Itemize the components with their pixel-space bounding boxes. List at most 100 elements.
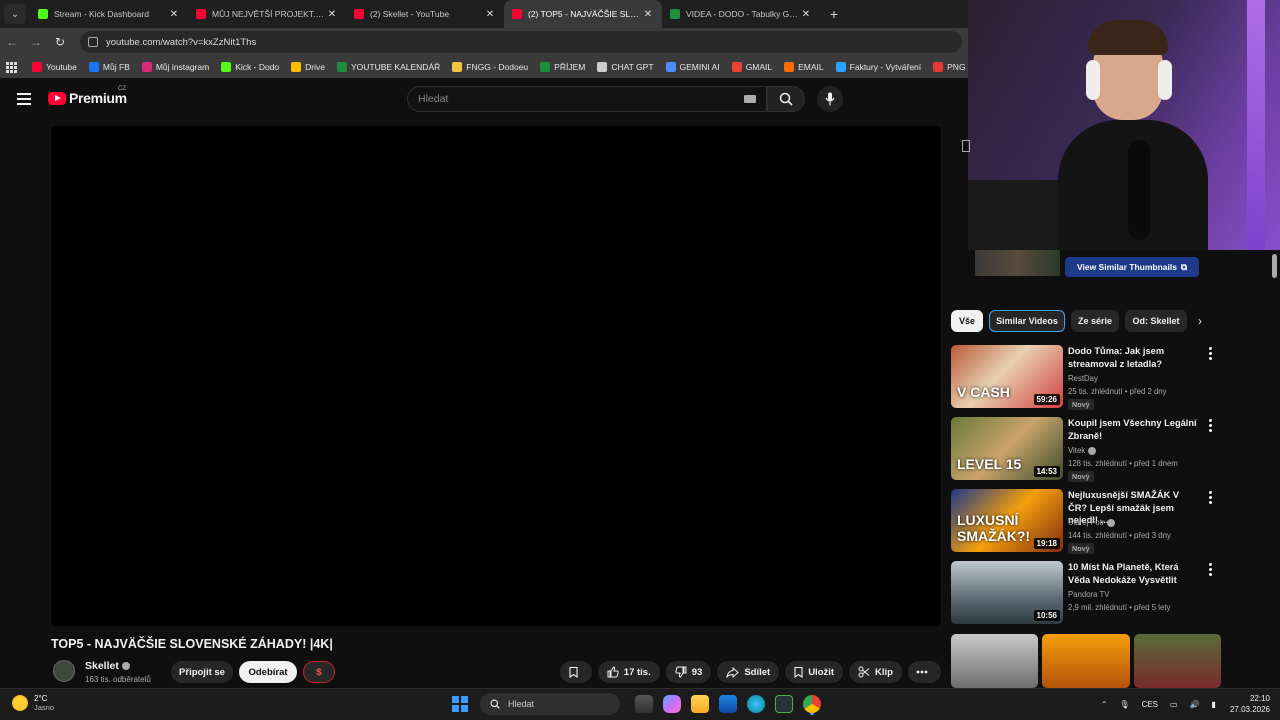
channel-name[interactable]: Skellet — [85, 660, 130, 672]
channel-avatar[interactable] — [53, 660, 75, 682]
bookmark-button[interactable] — [559, 661, 592, 683]
video-channel[interactable]: Pandora TV — [1068, 589, 1109, 601]
bookmark-item[interactable]: Kick - Dodo — [221, 62, 279, 72]
bookmark-item[interactable]: YOUTUBE KALENDÁŘ — [336, 62, 440, 72]
subscribe-button[interactable]: Odebírat — [239, 661, 297, 683]
close-tab-icon[interactable]: ✕ — [642, 9, 654, 20]
bookmark-item[interactable]: EMAIL — [784, 62, 824, 72]
youtube-logo[interactable]: Premium CZ — [48, 86, 127, 106]
bookmark-item[interactable]: GEMINI AI — [665, 62, 720, 72]
recommended-video[interactable]: V CASH 59:26 Dodo Tůma: Jak jsem streamova… — [951, 345, 1221, 410]
browser-tab[interactable]: VIDEA - DODO - Tabulky Googl ✕ — [662, 0, 820, 28]
chrome-icon[interactable] — [803, 695, 821, 713]
recommended-video[interactable]: LEVEL 15 14:53 Koupil jsem Všechny Legální… — [951, 417, 1221, 482]
chip-all[interactable]: Vše — [951, 310, 983, 332]
browser-tab[interactable]: (2) Skellet - YouTube ✕ — [346, 0, 504, 28]
recommended-video[interactable]: LUXUSNÍ SMAŽÁK?! 19:18 Nejluxusnější SMAŽÁ… — [951, 489, 1221, 554]
fullscreen-toggle-icon[interactable] — [962, 140, 970, 152]
terminal-icon[interactable] — [775, 695, 793, 713]
more-vertical-icon[interactable] — [1209, 419, 1213, 434]
bookmark-item[interactable]: PNG to PDF — [933, 62, 970, 72]
video-title[interactable]: Dodo Tůma: Jak jsem streamoval z letadla… — [1068, 345, 1198, 370]
more-actions-button[interactable] — [908, 661, 941, 683]
short-thumbnail[interactable] — [1133, 634, 1221, 688]
browser-tab[interactable]: Stream - Kick Dashboard ✕ — [30, 0, 188, 28]
browser-tab[interactable]: MŮJ NEJVĚTŠÍ PROJEKT... - You✕ — [188, 0, 346, 28]
video-thumbnail[interactable]: LEVEL 15 14:53 — [951, 417, 1063, 480]
join-button[interactable]: Připojit se — [171, 661, 233, 683]
more-vertical-icon[interactable] — [1209, 563, 1213, 578]
video-player[interactable] — [51, 126, 941, 626]
share-button[interactable]: Sdílet — [717, 661, 780, 683]
scrollbar-thumb[interactable] — [1272, 254, 1277, 278]
save-button[interactable]: Uložit — [785, 661, 844, 683]
video-thumbnail[interactable]: LUXUSNÍ SMAŽÁK?! 19:18 — [951, 489, 1063, 552]
microphone-tray-icon[interactable]: 🎙 — [1119, 700, 1129, 709]
bookmark-item[interactable]: Youtube — [32, 62, 77, 72]
bookmark-favicon-icon — [731, 62, 742, 72]
dislike-button[interactable]: 93 — [665, 661, 712, 683]
short-thumbnail[interactable] — [1042, 634, 1130, 688]
bookmark-item[interactable]: Můj instagram — [141, 62, 209, 72]
task-view-icon[interactable] — [635, 695, 653, 713]
back-arrow-icon[interactable]: ← — [0, 35, 24, 49]
apps-grid-icon[interactable] — [6, 62, 17, 73]
video-title[interactable]: Koupil jsem Všechny Legální Zbraně! — [1068, 417, 1198, 442]
view-similar-thumbnails-button[interactable]: View Similar Thumbnails ⧉ — [1065, 257, 1199, 277]
chevron-right-icon[interactable]: › — [1198, 314, 1202, 328]
video-channel[interactable]: Starej Fotr — [1068, 517, 1116, 529]
network-icon[interactable]: ▭ — [1170, 700, 1178, 709]
short-thumbnail[interactable] — [951, 634, 1039, 688]
weather-widget[interactable]: 2°C Jasno — [12, 694, 54, 712]
video-thumbnail[interactable]: 10:56 — [951, 561, 1063, 624]
close-tab-icon[interactable]: ✕ — [800, 9, 812, 20]
chip-from-channel[interactable]: Od: Skellet — [1125, 310, 1187, 332]
like-button[interactable]: 17 tis. — [597, 661, 660, 683]
url-input[interactable]: youtube.com/watch?v=kxZzNit1Ths — [80, 31, 962, 53]
keyboard-icon[interactable] — [744, 95, 756, 103]
close-tab-icon[interactable]: ✕ — [168, 9, 180, 20]
search-input[interactable]: Hledat — [407, 86, 767, 112]
clock[interactable]: 22:10 27.03.2026 — [1230, 693, 1270, 715]
close-tab-icon[interactable]: ✕ — [326, 9, 338, 20]
forward-arrow-icon[interactable]: → — [24, 35, 48, 49]
voice-search-button[interactable] — [817, 86, 843, 112]
video-channel[interactable]: RestDay — [1068, 373, 1098, 385]
more-vertical-icon[interactable] — [1209, 491, 1213, 506]
new-tab-button[interactable]: + — [824, 6, 844, 22]
bookmark-item[interactable]: PŘÍJEM — [540, 62, 585, 72]
clip-button[interactable]: Klip — [849, 661, 902, 683]
video-title[interactable]: 10 Míst Na Planetě, Která Věda Nedokáže … — [1068, 561, 1198, 586]
sidebar-scrollbar[interactable] — [1272, 250, 1277, 680]
donate-button[interactable]: $ — [303, 661, 335, 683]
video-thumbnail[interactable]: V CASH 59:26 — [951, 345, 1063, 408]
chip-series[interactable]: Ze série — [1071, 310, 1119, 332]
recommended-video[interactable]: 10:56 10 Míst Na Planetě, Která Věda Nedo… — [951, 561, 1221, 625]
windows-start-icon[interactable] — [452, 696, 468, 712]
more-vertical-icon[interactable] — [1209, 347, 1213, 362]
bookmark-item[interactable]: Můj FB — [88, 62, 130, 72]
outlook-icon[interactable] — [719, 695, 737, 713]
chevron-up-icon[interactable]: ⌃ — [1101, 700, 1108, 709]
search-button[interactable] — [767, 86, 805, 112]
bookmark-item[interactable]: GMAIL — [731, 62, 772, 72]
battery-icon[interactable]: ▮ — [1212, 700, 1216, 709]
bookmark-item[interactable]: CHAT GPT — [597, 62, 654, 72]
site-info-icon[interactable] — [88, 37, 98, 47]
volume-icon[interactable]: 🔊 — [1190, 700, 1200, 709]
language-indicator[interactable]: CES — [1142, 700, 1158, 709]
bookmark-item[interactable]: FNGG - Dodoeu — [452, 62, 528, 72]
browser-tab[interactable]: (2) TOP5 - NAJVÄČŠIE SLOVENS✕ — [504, 0, 662, 28]
tab-search-button[interactable]: ⌄ — [4, 4, 26, 24]
chip-similar-videos[interactable]: Similar Videos — [989, 310, 1065, 332]
bookmark-item[interactable]: Drive — [291, 62, 325, 72]
edge-icon[interactable] — [747, 695, 765, 713]
close-tab-icon[interactable]: ✕ — [484, 9, 496, 20]
menu-icon[interactable] — [17, 93, 31, 105]
file-explorer-icon[interactable] — [691, 695, 709, 713]
bookmark-item[interactable]: Faktury - Vytváření — [835, 62, 921, 72]
copilot-icon[interactable] — [663, 695, 681, 713]
video-channel[interactable]: Vitek — [1068, 445, 1097, 457]
taskbar-search-input[interactable]: Hledat — [480, 693, 620, 715]
reload-icon[interactable]: ↻ — [48, 35, 72, 49]
